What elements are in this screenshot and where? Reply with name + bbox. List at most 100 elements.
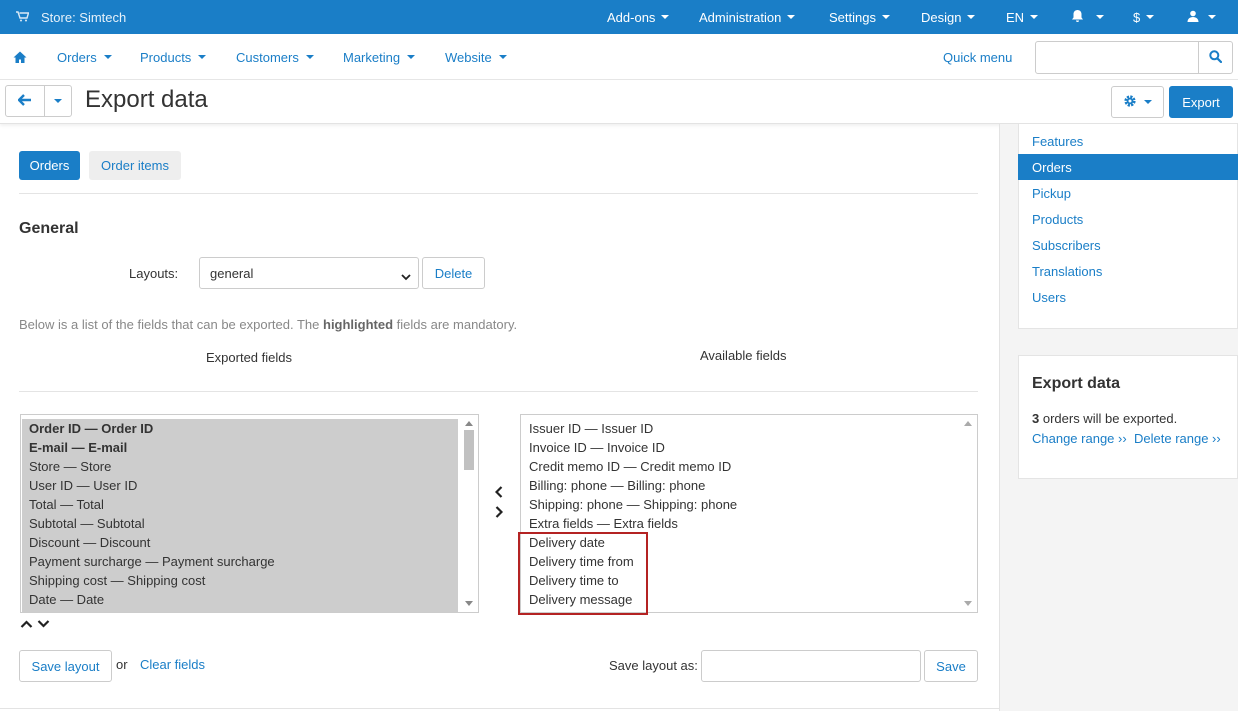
or-text: or — [116, 657, 128, 672]
export-button[interactable]: Export — [1169, 86, 1233, 118]
quick-menu-link[interactable]: Quick menu — [943, 34, 1012, 80]
move-left-button[interactable] — [493, 485, 505, 501]
chevron-down-icon — [37, 618, 50, 633]
chevron-right-icon — [495, 505, 504, 521]
sidebar-item-pickup[interactable]: Pickup — [1018, 180, 1238, 206]
topnav-currency[interactable]: $ — [1133, 0, 1155, 34]
exported-field-option[interactable]: Shipping cost — Shipping cost — [29, 573, 205, 588]
nav-marketing[interactable]: Marketing — [343, 34, 416, 80]
save-layout-button[interactable]: Save layout — [19, 650, 112, 682]
available-field-option[interactable]: Extra fields — Extra fields — [529, 516, 678, 531]
delete-range-link[interactable]: Delete range ›› — [1134, 431, 1221, 446]
available-field-option[interactable]: Shipping: phone — Shipping: phone — [529, 497, 737, 512]
tab-order-items[interactable]: Order items — [89, 151, 181, 180]
save-button[interactable]: Save — [924, 650, 978, 682]
available-field-option[interactable]: Credit memo ID — Credit memo ID — [529, 459, 731, 474]
search-box — [1035, 41, 1233, 74]
nav-customers[interactable]: Customers — [236, 34, 314, 80]
nav-website[interactable]: Website — [445, 34, 507, 80]
topnav-design[interactable]: Design — [921, 0, 976, 34]
exported-field-option[interactable]: User ID — User ID — [29, 478, 137, 493]
layouts-select-value: general — [210, 265, 254, 281]
move-right-button[interactable] — [493, 505, 505, 521]
help-text-part: Below is a list of the fields that can b… — [19, 317, 323, 332]
sidebar-item-translations[interactable]: Translations — [1018, 258, 1238, 284]
export-summary-title: Export data — [1032, 375, 1121, 392]
topnav-notifications[interactable] — [1071, 0, 1104, 34]
help-text: Below is a list of the fields that can b… — [19, 317, 517, 332]
scroll-up-arrow[interactable] — [465, 421, 473, 426]
nav-orders-label: Orders — [57, 49, 97, 65]
layouts-select[interactable]: general — [199, 257, 419, 289]
available-field-option[interactable]: Billing: phone — Billing: phone — [529, 478, 705, 493]
available-field-option[interactable]: Issuer ID — Issuer ID — [529, 421, 653, 436]
search-button[interactable] — [1198, 42, 1232, 73]
section-title-general: General — [19, 220, 79, 237]
arrow-left-icon — [17, 93, 32, 109]
exported-field-option[interactable]: E-mail — E-mail — [29, 440, 127, 455]
topnav-language[interactable]: EN — [1006, 0, 1039, 34]
available-fields-scrollbar[interactable] — [960, 416, 976, 611]
topnav-settings-label: Settings — [829, 9, 876, 25]
nav-website-label: Website — [445, 49, 492, 65]
save-layout-as-input[interactable] — [701, 650, 921, 682]
exported-field-option[interactable]: Store — Store — [29, 459, 111, 474]
cart-icon — [16, 10, 30, 25]
exported-field-option[interactable]: Payment surcharge — Payment surcharge — [29, 554, 275, 569]
topnav-language-label: EN — [1006, 9, 1025, 25]
layouts-label: Layouts: — [129, 266, 179, 281]
search-input[interactable] — [1036, 42, 1198, 73]
annotation-highlight-box — [518, 532, 648, 615]
exported-field-option[interactable]: Discount — Discount — [29, 535, 150, 550]
sidebar-item-users[interactable]: Users — [1018, 284, 1238, 310]
available-fields-title: Available fields — [700, 348, 787, 363]
store-switcher[interactable]: Store: Simtech — [16, 0, 126, 34]
scroll-down-arrow[interactable] — [964, 601, 972, 606]
home-icon[interactable] — [13, 34, 27, 80]
topnav-administration[interactable]: Administration — [699, 0, 796, 34]
sidebar-item-subscribers[interactable]: Subscribers — [1018, 232, 1238, 258]
topnav-addons[interactable]: Add-ons — [607, 0, 670, 34]
back-button[interactable] — [5, 85, 45, 117]
export-count-text: 3 orders will be exported. — [1032, 411, 1177, 426]
chevron-down-icon — [198, 55, 207, 59]
save-layout-as-label: Save layout as: — [609, 658, 698, 673]
sidebar-item-orders[interactable]: Orders — [1018, 154, 1238, 180]
search-icon — [1209, 49, 1223, 66]
delete-layout-button[interactable]: Delete — [422, 257, 485, 289]
exported-fields-list[interactable]: Order ID — Order ID E-mail — E-mail Store … — [20, 414, 479, 613]
back-dropdown-button[interactable] — [44, 85, 72, 117]
chevron-down-icon — [967, 15, 976, 19]
chevron-left-icon — [494, 485, 503, 501]
change-range-link[interactable]: Change range ›› — [1032, 431, 1127, 446]
clear-fields-link[interactable]: Clear fields — [140, 657, 205, 672]
scrollbar-thumb[interactable] — [464, 430, 474, 470]
nav-products-label: Products — [140, 49, 192, 65]
top-bar: Store: Simtech Add-ons Administration Se… — [0, 0, 1238, 34]
sidebar-item-products[interactable]: Products — [1018, 206, 1238, 232]
move-up-button[interactable] — [20, 618, 33, 631]
exported-field-option[interactable]: Date — Date — [29, 592, 104, 607]
move-down-button[interactable] — [37, 618, 50, 631]
sidebar-item-features[interactable]: Features — [1018, 128, 1238, 154]
exported-field-option[interactable]: Order ID — Order ID — [29, 421, 153, 436]
exported-fields-scrollbar[interactable] — [461, 416, 477, 611]
chevron-down-icon — [1096, 15, 1104, 19]
topnav-settings[interactable]: Settings — [829, 0, 890, 34]
available-field-option[interactable]: Invoice ID — Invoice ID — [529, 440, 665, 455]
divider — [19, 193, 978, 194]
nav-customers-label: Customers — [236, 49, 299, 65]
topnav-user[interactable] — [1187, 0, 1216, 34]
topnav-administration-label: Administration — [699, 9, 782, 25]
nav-products[interactable]: Products — [140, 34, 207, 80]
chevron-up-icon — [20, 618, 33, 633]
exported-field-option[interactable]: Subtotal — Subtotal — [29, 516, 145, 531]
scroll-up-arrow[interactable] — [964, 421, 972, 426]
tab-orders[interactable]: Orders — [19, 151, 80, 180]
scroll-down-arrow[interactable] — [465, 601, 473, 606]
exported-field-option[interactable]: Total — Total — [29, 497, 104, 512]
bell-icon — [1071, 9, 1084, 26]
settings-dropdown-button[interactable] — [1111, 86, 1164, 118]
nav-orders[interactable]: Orders — [57, 34, 112, 80]
chevron-down-icon — [401, 269, 411, 284]
